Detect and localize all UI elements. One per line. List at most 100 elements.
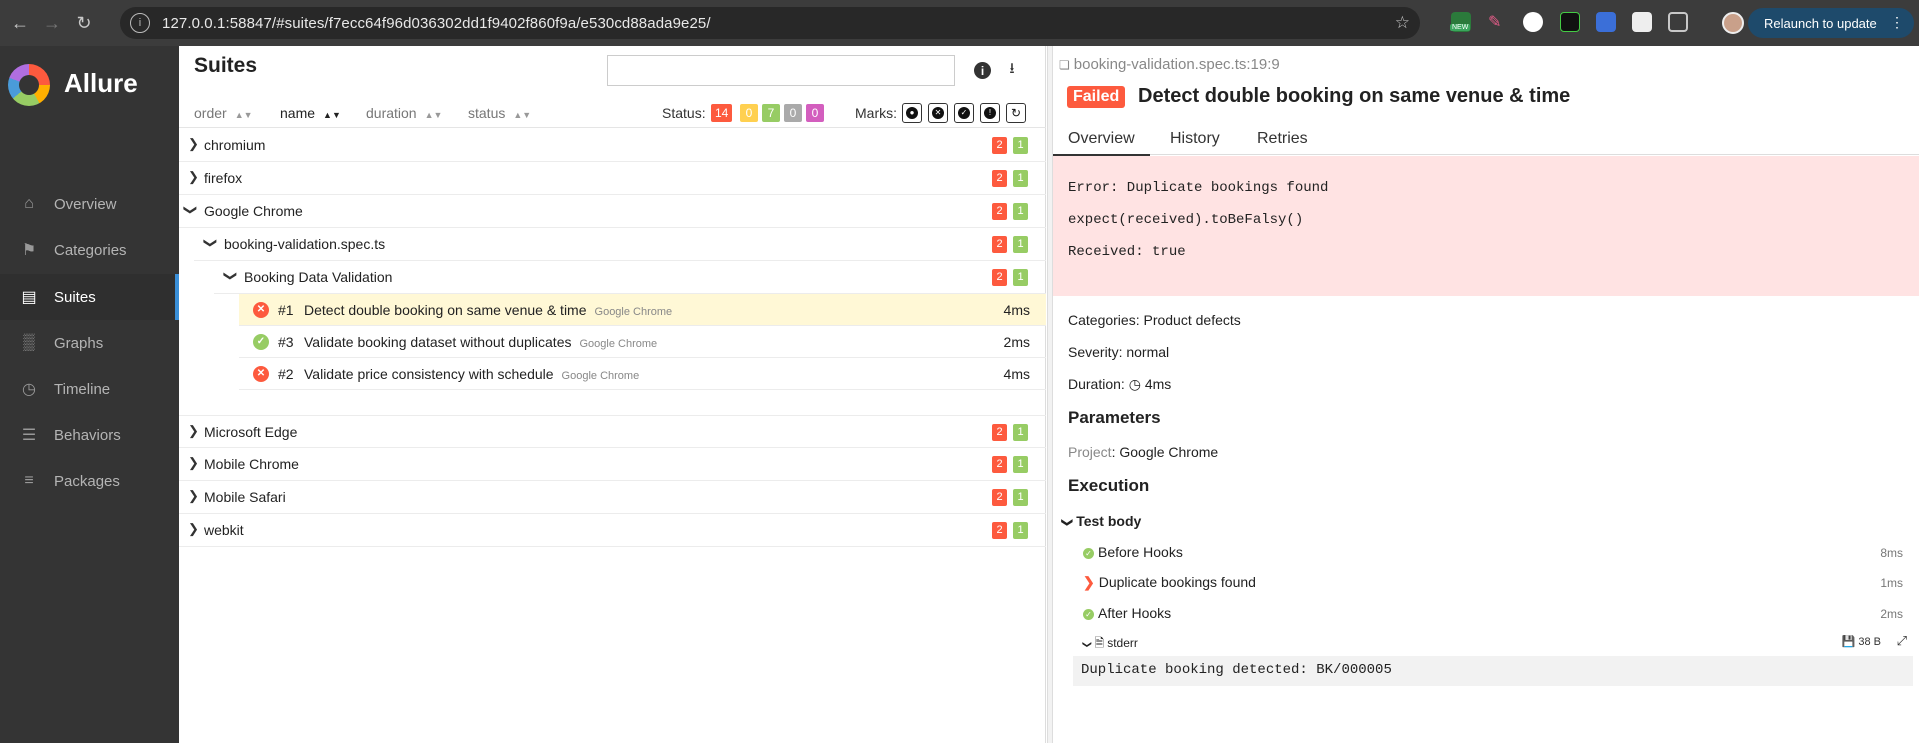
sidebar-item-suites[interactable]: ▤ Suites [0,274,179,320]
info-icon[interactable]: i [974,62,991,79]
test-row-2[interactable]: ✕ #2 Validate price consistency with sch… [239,358,1046,390]
failed-count-badge: 2 [992,137,1007,154]
severity-text: Severity: normal [1068,344,1170,360]
status-broken-toggle[interactable]: 0 [740,104,758,122]
tab-retries[interactable]: Retries [1257,130,1308,148]
site-info-icon[interactable]: i [130,13,150,33]
new-broken-mark-icon[interactable]: ! [980,103,1000,123]
brand-name[interactable]: Allure [64,68,138,99]
reload-icon[interactable]: ↻ [72,11,96,35]
sort-label: name [280,105,316,121]
suite-row-mobile-safari[interactable]: ❯ Mobile Safari 2 1 [179,481,1046,514]
suite-label: booking-validation.spec.ts [224,236,386,252]
sidebar-item-label: Graphs [54,334,104,352]
suite-row-booking-data-validation[interactable]: ❯ Booking Data Validation 2 1 [214,261,1046,294]
test-body-toggle[interactable]: ❯ Test body [1061,513,1142,529]
sidebar-item-label: Behaviors [54,426,121,444]
kebab-menu-icon[interactable]: ⋮ [1890,14,1904,31]
stderr-content: Duplicate booking detected: BK/000005 [1073,656,1913,686]
passed-count-badge: 1 [1013,170,1028,187]
address-bar[interactable]: i 127.0.0.1:58847/#suites/f7ecc64f96d036… [120,7,1420,39]
page-title: Suites [194,54,258,77]
expand-icon[interactable]: ⤢ [1897,633,1907,649]
test-detail-panel: ❏ booking-validation.spec.ts:19:9 Failed … [1053,46,1919,743]
sort-name[interactable]: name ▲▼ [280,105,341,121]
sidebar-item-categories[interactable]: ⚑ Categories [0,227,179,273]
status-failed-toggle[interactable]: 14 [711,104,733,122]
suite-row-microsoft-edge[interactable]: ❯ Microsoft Edge 2 1 [179,415,1046,448]
forward-icon[interactable]: → [40,11,64,35]
passed-count-badge: 1 [1013,456,1028,473]
relaunch-button[interactable]: Relaunch to update ⋮ [1748,8,1914,38]
step-duration: 1ms [1880,576,1903,590]
flaky-mark-icon[interactable]: ● [902,103,922,123]
test-body-label: Test body [1076,513,1142,529]
test-name: Validate price consistency with schedule… [304,366,639,382]
url-text[interactable]: 127.0.0.1:58847/#suites/f7ecc64f96d03630… [162,15,711,32]
sidebar-item-behaviors[interactable]: ☰ Behaviors [0,412,179,458]
suite-row-firefox[interactable]: ❯ firefox 2 1 [179,162,1046,195]
execution-heading: Execution [1068,476,1150,495]
suite-row-spec-file[interactable]: ❯ booking-validation.spec.ts 2 1 [194,228,1046,261]
step-duplicate-bookings[interactable]: ❯ Duplicate bookings found [1083,574,1256,591]
new-failed-mark-icon[interactable]: ✕ [928,103,948,123]
sidebar-item-overview[interactable]: ⌂ Overview [0,181,179,227]
step-before-hooks[interactable]: ✓ Before Hooks [1083,544,1183,560]
sidebar-item-timeline[interactable]: ◷ Timeline [0,366,179,412]
puzzle-blue-extension-icon[interactable] [1596,12,1616,32]
file-icon: 🗎 [1094,636,1105,650]
suite-label: Microsoft Edge [204,424,298,440]
extensions-menu-icon[interactable] [1668,12,1688,32]
parameters-heading: Parameters [1068,408,1161,427]
sidebar-item-graphs[interactable]: ▒ Graphs [0,320,179,366]
allure-logo[interactable] [8,64,50,106]
clock-icon: ◷ [1128,376,1141,392]
attachment-name: stderr [1107,636,1138,650]
sort-status[interactable]: status ▲▼ [468,105,531,121]
pen-extension-icon[interactable]: ✎ [1488,12,1508,32]
tab-history[interactable]: History [1170,130,1220,148]
status-passed-toggle[interactable]: 7 [762,104,780,122]
profile-extension-icon[interactable] [1632,12,1652,32]
tab-overview[interactable]: Overview [1053,130,1150,157]
test-duration: 4ms [1003,366,1030,382]
briefcase-icon: ▤ [21,289,37,306]
sort-duration[interactable]: duration ▲▼ [366,105,442,121]
chevron-right-icon: ❯ [188,455,199,470]
sidebar-item-label: Packages [54,472,120,490]
attachment-size-text: 38 B [1858,636,1881,648]
profile-avatar[interactable] [1722,12,1744,34]
sort-order[interactable]: order ▲▼ [194,105,253,121]
passed-count-badge: 1 [1013,424,1028,441]
suite-row-webkit[interactable]: ❯ webkit 2 1 [179,514,1046,547]
suite-row-chromium[interactable]: ❯ chromium 2 1 [179,129,1046,162]
status-unknown-toggle[interactable]: 0 [806,104,824,122]
passed-check-icon: ✓ [1083,608,1094,620]
chevron-right-icon: ❯ [188,169,199,184]
suite-row-mobile-chrome[interactable]: ❯ Mobile Chrome 2 1 [179,448,1046,481]
test-tag: Google Chrome [579,338,658,350]
new-passed-mark-icon[interactable]: ✓ [954,103,974,123]
status-skipped-toggle[interactable]: 0 [784,104,802,122]
test-row-1[interactable]: ✕ #1 Detect double booking on same venue… [239,294,1046,326]
retries-mark-icon[interactable]: ↻ [1006,103,1026,123]
download-icon[interactable]: ⭳ [1002,60,1022,80]
search-extension-icon[interactable] [1523,12,1543,32]
marks-filter-label: Marks: [855,105,897,121]
failed-count-badge: 2 [992,424,1007,441]
bookmark-star-icon[interactable]: ☆ [1395,13,1410,33]
sidebar-item-packages[interactable]: ≡ Packages [0,458,179,504]
step-after-hooks[interactable]: ✓ After Hooks [1083,605,1171,621]
search-input[interactable] [607,55,955,86]
passed-status-icon: ✓ [253,334,269,350]
sort-arrows-icon: ▲▼ [323,110,341,120]
test-row-3[interactable]: ✓ #3 Validate booking dataset without du… [239,326,1046,358]
parameter-value: : Google Chrome [1111,444,1219,460]
copy-icon[interactable]: ❏ [1059,58,1070,72]
back-icon[interactable]: ← [8,11,32,35]
attachment-stderr[interactable]: ❯ 🗎 stderr [1082,634,1138,655]
sort-arrows-icon: ▲▼ [234,110,253,120]
suite-row-google-chrome[interactable]: ❯ Google Chrome 2 1 [179,195,1046,228]
home-icon: ⌂ [24,195,34,212]
terminal-extension-icon[interactable] [1560,12,1580,32]
